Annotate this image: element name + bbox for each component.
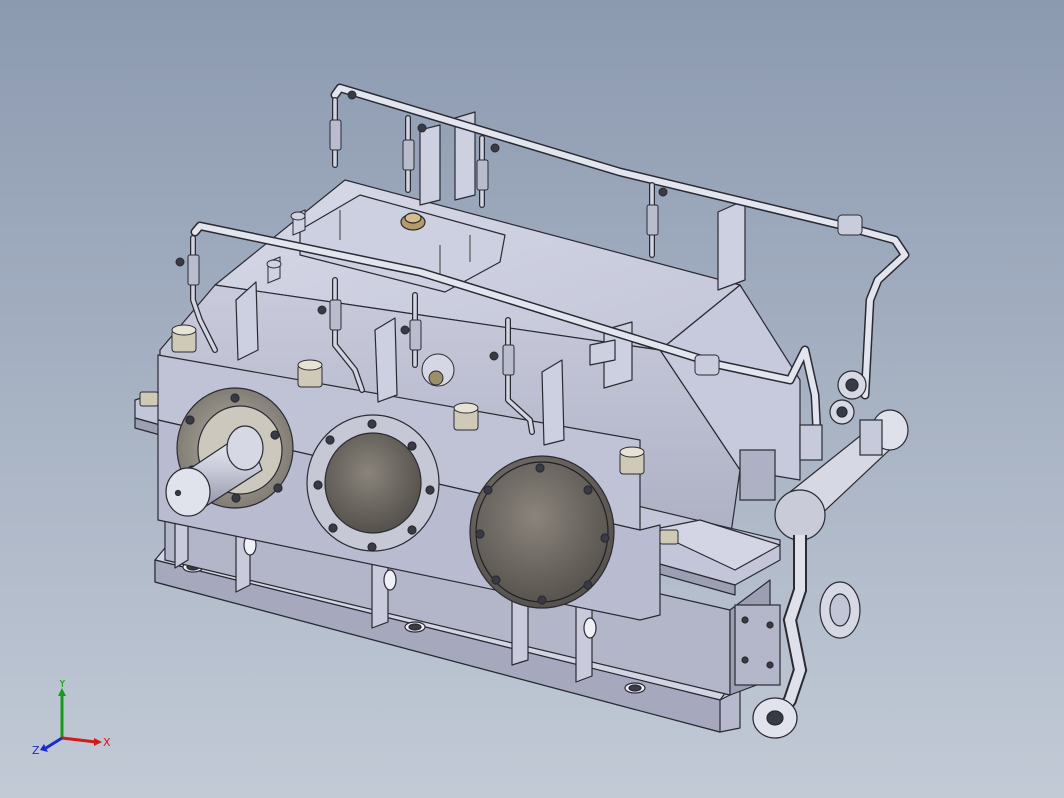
x-axis-line <box>61 736 97 744</box>
bearing-cover-middle <box>306 414 440 552</box>
x-axis-label: X <box>103 736 111 749</box>
hex-nut <box>139 391 159 407</box>
hex-nut <box>297 359 323 388</box>
hex-nut <box>659 529 679 545</box>
hex-nut <box>619 446 645 475</box>
bearing-cover-right <box>469 455 615 609</box>
graphics-viewport[interactable]: Y X Z <box>0 0 1064 798</box>
oil-sight-glass <box>421 353 455 387</box>
z-axis-label: Z <box>32 744 40 757</box>
x-axis-arrow <box>94 738 102 746</box>
hex-nut <box>453 402 479 431</box>
gearbox-model[interactable] <box>0 0 1064 798</box>
orientation-triad[interactable]: Y X Z <box>30 680 120 760</box>
y-axis-label: Y <box>58 680 66 690</box>
hex-nut <box>171 324 197 353</box>
